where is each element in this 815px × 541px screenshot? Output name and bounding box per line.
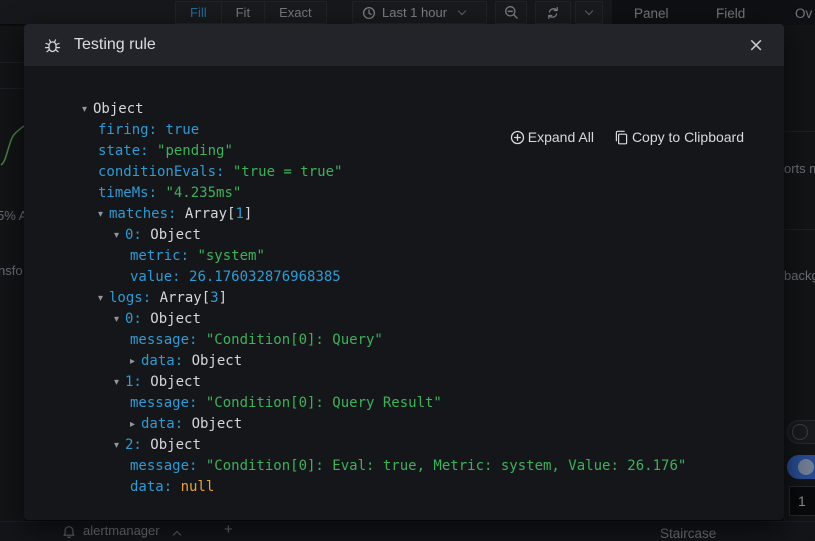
json-token-str: "Condition[0]: Query Result" xyxy=(206,395,442,411)
json-token-plain: ] xyxy=(244,206,252,222)
json-token-plain: Object xyxy=(150,311,201,327)
bug-icon xyxy=(44,37,61,54)
json-token-key: 1: xyxy=(125,374,150,390)
json-tree-row: message: "Condition[0]: Query" xyxy=(24,330,784,351)
json-tree-row: timeMs: "4.235ms" xyxy=(24,183,784,204)
json-token-key: state: xyxy=(98,143,157,159)
json-tree-row: ▾logs: Array[3] xyxy=(24,288,784,309)
json-token-key: message: xyxy=(130,332,206,348)
copy-to-clipboard-label: Copy to Clipboard xyxy=(632,129,744,145)
screen: Fill Fit Exact Last 1 hour xyxy=(0,0,815,541)
modal-header: Testing rule × xyxy=(24,24,784,66)
json-token-key: message: xyxy=(130,395,206,411)
expand-all-button[interactable]: Expand All xyxy=(510,129,594,145)
json-token-str: "Condition[0]: Eval: true, Metric: syste… xyxy=(206,458,686,474)
close-button[interactable]: × xyxy=(748,36,764,55)
json-tree-row: ▸data: Object xyxy=(24,351,784,372)
json-tree-row: ▾matches: Array[1] xyxy=(24,204,784,225)
json-token-key: message: xyxy=(130,458,206,474)
json-token-plain: Object xyxy=(93,101,144,117)
json-token-str: "true = true" xyxy=(233,164,343,180)
json-token-str: "4.235ms" xyxy=(165,185,241,201)
collapsed-toggle-icon[interactable]: ▸ xyxy=(130,414,141,435)
json-tree-row: ▾Object xyxy=(24,99,784,120)
expanded-toggle-icon[interactable]: ▾ xyxy=(82,99,93,120)
copy-icon xyxy=(614,130,629,145)
expanded-toggle-icon[interactable]: ▾ xyxy=(98,204,109,225)
json-token-plain: Array[ xyxy=(160,290,211,306)
json-token-plain: ] xyxy=(219,290,227,306)
json-tree-row: ▸data: Object xyxy=(24,414,784,435)
json-tree-row: ▾0: Object xyxy=(24,309,784,330)
json-token-num: 26.176032876968385 xyxy=(189,269,341,285)
expand-all-label: Expand All xyxy=(528,129,594,145)
json-tree-row: ▾2: Object xyxy=(24,435,784,456)
json-token-plain: Object xyxy=(150,374,201,390)
json-token-key: data: xyxy=(141,353,192,369)
expanded-toggle-icon[interactable]: ▾ xyxy=(114,372,125,393)
json-token-plain: Object xyxy=(150,227,201,243)
json-actions: Expand All Copy to Clipboard xyxy=(510,129,744,145)
json-token-key: conditionEvals: xyxy=(98,164,233,180)
copy-to-clipboard-button[interactable]: Copy to Clipboard xyxy=(614,129,744,145)
json-token-plain: Array[ xyxy=(185,206,236,222)
json-token-key: timeMs: xyxy=(98,185,165,201)
json-token-num: 1 xyxy=(235,206,243,222)
expanded-toggle-icon[interactable]: ▾ xyxy=(114,309,125,330)
json-tree-row: metric: "system" xyxy=(24,246,784,267)
json-token-key: 0: xyxy=(125,311,150,327)
json-token-key: metric: xyxy=(130,248,197,264)
expanded-toggle-icon[interactable]: ▾ xyxy=(114,435,125,456)
json-token-plain: Object xyxy=(192,416,243,432)
plus-circle-icon xyxy=(510,130,525,145)
json-tree-row: conditionEvals: "true = true" xyxy=(24,162,784,183)
json-token-key: data: xyxy=(141,416,192,432)
json-token-key: firing: xyxy=(98,122,165,138)
json-token-bool: true xyxy=(165,122,199,138)
json-token-key: 0: xyxy=(125,227,150,243)
json-tree-row: message: "Condition[0]: Query Result" xyxy=(24,393,784,414)
modal-title: Testing rule xyxy=(74,36,156,54)
json-token-plain: Object xyxy=(150,437,201,453)
json-token-str: "pending" xyxy=(157,143,233,159)
expanded-toggle-icon[interactable]: ▾ xyxy=(98,288,109,309)
json-token-num: 3 xyxy=(210,290,218,306)
json-token-key: value: xyxy=(130,269,189,285)
expanded-toggle-icon[interactable]: ▾ xyxy=(114,225,125,246)
json-tree-row: ▾1: Object xyxy=(24,372,784,393)
json-token-str: "Condition[0]: Query" xyxy=(206,332,383,348)
json-token-plain: Object xyxy=(192,353,243,369)
collapsed-toggle-icon[interactable]: ▸ xyxy=(130,351,141,372)
json-token-null: null xyxy=(181,479,215,495)
json-tree-row: message: "Condition[0]: Eval: true, Metr… xyxy=(24,456,784,477)
json-token-key: matches: xyxy=(109,206,185,222)
json-token-key: 2: xyxy=(125,437,150,453)
json-tree-row: ▾0: Object xyxy=(24,225,784,246)
json-tree-row: data: null xyxy=(24,477,784,498)
json-tree-row: value: 26.176032876968385 xyxy=(24,267,784,288)
json-token-str: "system" xyxy=(197,248,264,264)
json-token-key: logs: xyxy=(109,290,160,306)
testing-rule-modal: Testing rule × Expand All Copy to Clipbo… xyxy=(24,24,784,520)
json-token-key: data: xyxy=(130,479,181,495)
